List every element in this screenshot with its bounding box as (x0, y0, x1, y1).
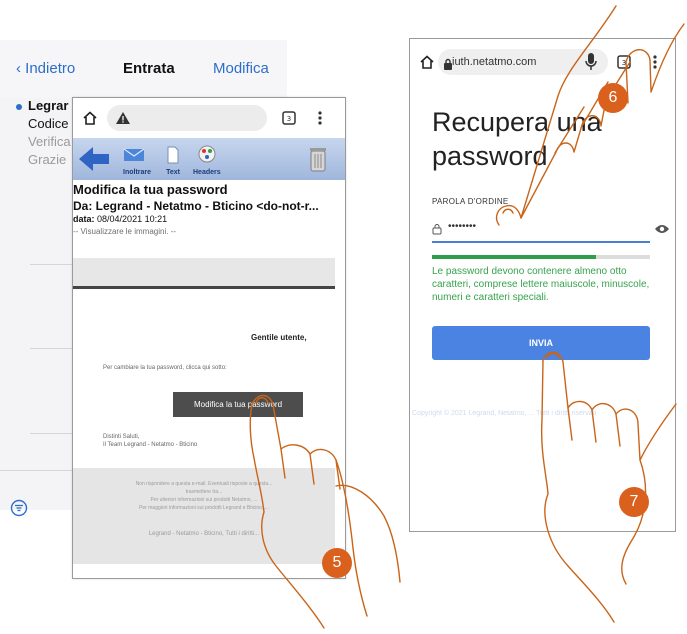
forward-label: Inoltrare (123, 169, 152, 176)
email-subject: Modifica la tua password (73, 182, 228, 197)
step-badge-7: 7 (619, 487, 649, 517)
title-line2: password (432, 141, 548, 171)
forward-button[interactable]: Inoltrare (123, 146, 151, 176)
document-icon (167, 146, 179, 164)
footer-line: trasmettere tra... (185, 489, 223, 495)
list-divider (30, 433, 72, 434)
eye-icon[interactable] (654, 222, 670, 234)
submit-button[interactable]: INVIA (432, 326, 650, 360)
email-from: Da: Legrand - Netatmo - Bticino <do-not-… (73, 199, 319, 213)
email-phone-screen: 3 Inoltrare Text Headers Modifica la tua… (72, 97, 346, 579)
list-divider (0, 470, 72, 471)
url-text: iuth.netatmo.com (452, 56, 537, 68)
back-label: Indietro (25, 60, 76, 77)
date-label: data: (73, 214, 95, 224)
back-button[interactable]: ‹ Indietro (16, 60, 75, 77)
footer-line: Non rispondere a questa e-mail. Eventual… (135, 481, 273, 487)
mail-preview-line1: Codice (28, 116, 69, 131)
input-underline (432, 241, 650, 243)
headers-label: Headers (193, 169, 221, 176)
page-title: Recupera una password (432, 105, 602, 173)
microphone-icon[interactable] (584, 52, 598, 72)
reset-phone-screen: iuth.netatmo.com 3 Recupera una password… (409, 38, 676, 532)
footer-line: Per maggiori informazioni sui prodotti L… (139, 505, 269, 511)
filter-icon[interactable] (10, 499, 28, 517)
chevron-left-icon: ‹ (16, 60, 21, 77)
inbox-title: Entrata (123, 60, 175, 77)
mail-preview-line3: Grazie (28, 152, 67, 167)
mail-preview-line2: Verifica (28, 134, 71, 149)
view-images-link[interactable]: -- Visualizzare le immagini. -- (73, 227, 176, 236)
list-divider (30, 348, 72, 349)
more-vertical-icon[interactable] (317, 110, 323, 126)
title-line1: Recupera una (432, 107, 602, 137)
tabs-icon[interactable]: 3 (281, 110, 297, 126)
email-date: data: 08/04/2021 10:21 (73, 214, 167, 224)
password-requirements: Le password devono contenere almeno otto… (432, 266, 650, 303)
password-input[interactable]: •••••••• (448, 221, 476, 232)
step-badge-5: 5 (322, 548, 352, 578)
edit-button[interactable]: Modifica (213, 60, 269, 77)
copyright-text: Copyright © 2021 Legrand, Netatmo, ... T… (412, 410, 597, 417)
home-icon[interactable] (81, 109, 99, 127)
svg-text:3: 3 (287, 115, 291, 123)
unread-dot-icon (16, 104, 22, 110)
team-text: Il Team Legrand - Netatmo - Bticino (103, 442, 198, 448)
text-button[interactable]: Text (166, 146, 180, 176)
tabs-icon[interactable]: 3 (616, 54, 632, 70)
forward-icon (123, 148, 145, 161)
headers-button[interactable]: Headers (193, 144, 221, 176)
step-badge-6: 6 (598, 83, 628, 113)
instruction-text: Per cambiare la tua password, clicca qui… (103, 365, 227, 371)
change-password-button[interactable]: Modifica la tua password (173, 392, 303, 417)
lock-icon (432, 222, 442, 235)
svg-text:3: 3 (622, 59, 626, 67)
text-label: Text (166, 169, 180, 176)
footer-line: Per ulteriori informazioni sui prodotti … (150, 497, 258, 503)
warning-icon (115, 110, 131, 126)
list-divider (30, 264, 72, 265)
url-bar[interactable] (107, 105, 267, 131)
more-vertical-icon[interactable] (652, 54, 658, 70)
back-arrow-icon[interactable] (77, 144, 111, 174)
regards-text: Distinti Saluti, (103, 434, 140, 440)
palette-icon (198, 145, 216, 163)
home-icon[interactable] (418, 53, 436, 71)
password-label: PAROLA D'ORDINE (432, 197, 509, 206)
strength-meter-fill (432, 255, 596, 259)
trash-icon[interactable] (309, 146, 327, 172)
email-banner (73, 258, 335, 289)
footer-brand: Legrand - Netatmo - Bticino, Tutti i dir… (148, 531, 260, 537)
greeting-text: Gentile utente, (251, 333, 307, 342)
date-value: 08/04/2021 10:21 (97, 214, 168, 224)
mail-sender[interactable]: Legrar (28, 98, 68, 113)
